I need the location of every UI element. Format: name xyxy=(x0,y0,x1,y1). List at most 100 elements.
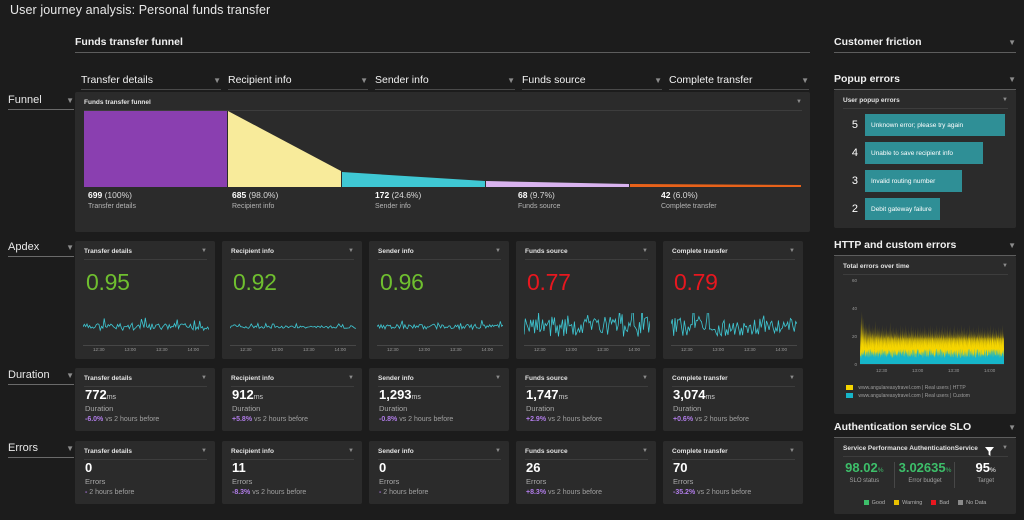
chevron-down-icon: ▼ xyxy=(1008,424,1016,433)
duration-card-header[interactable]: Complete transfer ▼ xyxy=(672,374,795,387)
total-errors-area-chart: 020406012:3013:0013:3014:00 xyxy=(842,274,1008,382)
axis-tick: 13:30 xyxy=(303,347,315,352)
popup-errors-card-header[interactable]: User popup errors ▼ xyxy=(843,96,1008,109)
column-header-label: Complete transfer xyxy=(669,74,752,86)
section-header-customer-friction[interactable]: Customer friction ▼ xyxy=(834,36,1016,53)
legend-label-custom: www.angulareasytravel.com | Real users |… xyxy=(858,393,970,399)
errors-card-header[interactable]: Recipient info ▼ xyxy=(231,447,354,460)
funnel-card-header[interactable]: Funds transfer funnel ▼ xyxy=(84,98,802,111)
apdex-card-header[interactable]: Sender info ▼ xyxy=(378,247,501,260)
errors-card: Transfer details ▼ 0 Errors - 2 hours be… xyxy=(75,441,215,504)
slo-legend-entry: Good xyxy=(864,500,885,506)
column-header-sender-info[interactable]: Sender info ▼ xyxy=(375,74,515,90)
duration-unit: ms xyxy=(412,394,421,401)
sparkline-ticks: 12:3013:0013:3014:00 xyxy=(230,347,356,352)
errors-card-header[interactable]: Complete transfer ▼ xyxy=(672,447,795,460)
duration-card-title: Complete transfer xyxy=(672,375,728,382)
axis-tick: 13:30 xyxy=(744,347,756,352)
metric-label: Errors xyxy=(673,477,693,486)
apdex-value: 0.95 xyxy=(86,269,130,296)
slo-legend-entry: Warning xyxy=(894,500,922,506)
chevron-down-icon: ▼ xyxy=(642,247,648,256)
apdex-card-header[interactable]: Recipient info ▼ xyxy=(231,247,354,260)
funnel-pct: (100%) xyxy=(105,190,132,200)
axis-tick: 13:00 xyxy=(419,347,431,352)
chevron-down-icon: ▼ xyxy=(348,247,354,256)
apdex-value: 0.92 xyxy=(233,269,277,296)
duration-card-header[interactable]: Sender info ▼ xyxy=(378,374,501,387)
sidebar-item-label: Funnel xyxy=(8,94,42,106)
slo-legend-swatch xyxy=(931,500,936,505)
funnel-segment-recipient-info xyxy=(228,111,341,187)
popup-error-row[interactable]: 4 Unable to save recipient info xyxy=(842,142,1008,164)
sidebar-item-apdex[interactable]: Apdex ▼ xyxy=(8,241,74,257)
chevron-down-icon: ▼ xyxy=(66,445,74,454)
apdex-card-header[interactable]: Funds source ▼ xyxy=(525,247,648,260)
slo-value: 98.02% xyxy=(834,460,895,475)
metric-label: Duration xyxy=(673,404,701,413)
duration-card-header[interactable]: Transfer details ▼ xyxy=(84,374,207,387)
slo-legend-entry: Bad xyxy=(931,500,949,506)
errors-card-header[interactable]: Transfer details ▼ xyxy=(84,447,207,460)
section-header-auth-slo[interactable]: Authentication service SLO ▼ xyxy=(834,421,1016,438)
delta-value: -6.0% xyxy=(85,416,103,423)
slo-unit: % xyxy=(878,467,884,474)
duration-value: 912ms xyxy=(232,387,263,402)
popup-error-row[interactable]: 5 Unknown error; please try again xyxy=(842,114,1008,136)
slo-card-title: Service Performance AuthenticationServic… xyxy=(843,445,978,452)
chevron-down-icon: ▼ xyxy=(1008,242,1016,251)
slo-value: 95% xyxy=(955,460,1016,475)
popup-error-bar: Unable to save recipient info xyxy=(865,142,983,164)
errors-card-header[interactable]: Sender info ▼ xyxy=(378,447,501,460)
popup-error-row[interactable]: 3 Invalid routing number xyxy=(842,170,1008,192)
errors-card-title: Sender info xyxy=(378,448,414,455)
section-header-funds-transfer-funnel[interactable]: Funds transfer funnel xyxy=(75,36,810,53)
axis-tick: 13:00 xyxy=(566,347,578,352)
popup-error-rank: 2 xyxy=(842,203,858,215)
duration-card: Transfer details ▼ 772ms Duration -6.0% … xyxy=(75,368,215,431)
column-header-transfer-details[interactable]: Transfer details ▼ xyxy=(81,74,221,90)
apdex-value: 0.79 xyxy=(674,269,718,296)
sidebar-item-funnel[interactable]: Funnel ▼ xyxy=(8,94,74,110)
chevron-down-icon: ▼ xyxy=(201,374,207,383)
section-header-http-errors[interactable]: HTTP and custom errors ▼ xyxy=(834,239,1016,256)
delta-value: +5.8% xyxy=(232,416,252,423)
sparkline-ticks: 12:3013:0013:3014:00 xyxy=(377,347,503,352)
column-header-recipient-info[interactable]: Recipient info ▼ xyxy=(228,74,368,90)
axis-tick: 12:30 xyxy=(681,347,693,352)
errors-card-header[interactable]: Funds source ▼ xyxy=(525,447,648,460)
errors-card-title: Complete transfer xyxy=(672,448,728,455)
column-header-complete-transfer[interactable]: Complete transfer ▼ xyxy=(669,74,809,90)
duration-card-header[interactable]: Recipient info ▼ xyxy=(231,374,354,387)
delta-value: +0.6% xyxy=(673,416,693,423)
errors-value: 0 xyxy=(379,460,386,475)
apdex-card-header[interactable]: Transfer details ▼ xyxy=(84,247,207,260)
slo-card-header[interactable]: Service Performance AuthenticationServic… xyxy=(843,444,1008,457)
chevron-down-icon: ▼ xyxy=(789,247,795,256)
y-axis-tick: 0 xyxy=(854,362,857,367)
popup-error-row[interactable]: 2 Debit gateway failure xyxy=(842,198,1008,220)
funnel-step-name: Funds source xyxy=(518,203,560,210)
metric-label: Duration xyxy=(85,404,113,413)
sidebar-item-duration[interactable]: Duration ▼ xyxy=(8,369,74,385)
duration-delta: +0.6% vs 2 hours before xyxy=(673,416,749,423)
funnel-segment-funds-source xyxy=(486,181,629,187)
axis-tick: 13:00 xyxy=(125,347,137,352)
funnel-legend-transfer-details: 699 (100%) Transfer details xyxy=(88,190,136,210)
column-header-funds-source[interactable]: Funds source ▼ xyxy=(522,74,662,90)
column-header-label: Recipient info xyxy=(228,74,292,86)
section-header-popup-errors[interactable]: Popup errors ▼ xyxy=(834,73,1016,90)
funnel-legend-funds-source: 68 (9.7%) Funds source xyxy=(518,190,560,210)
sidebar-item-errors[interactable]: Errors ▼ xyxy=(8,442,74,458)
sidebar-item-label: Apdex xyxy=(8,241,39,253)
slo-values-row: 98.02% SLO status3.02635% Error budget95… xyxy=(834,460,1016,484)
axis-tick: 14:00 xyxy=(482,347,494,352)
apdex-card-header[interactable]: Complete transfer ▼ xyxy=(672,247,795,260)
filter-funnel-icon[interactable] xyxy=(985,443,994,461)
errors-card: Funds source ▼ 26 Errors +8.3% vs 2 hour… xyxy=(516,441,656,504)
duration-unit: ms xyxy=(107,394,116,401)
duration-card-header[interactable]: Funds source ▼ xyxy=(525,374,648,387)
x-axis-tick: 14:00 xyxy=(984,368,996,373)
popup-error-rank: 3 xyxy=(842,175,858,187)
slo-sublabel: Error budget xyxy=(895,478,956,484)
